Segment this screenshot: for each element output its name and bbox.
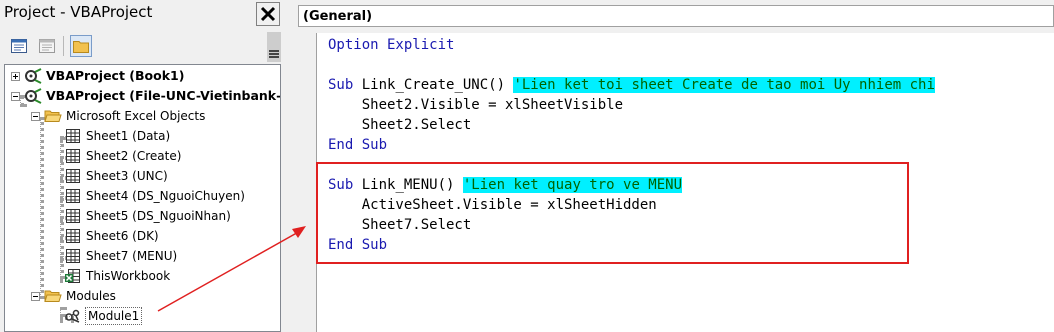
vba-project-icon xyxy=(25,68,42,84)
view-object-button[interactable] xyxy=(36,35,58,57)
tree-item-sheet7[interactable]: Sheet7 (MENU) xyxy=(60,246,177,266)
tree-item-module1[interactable]: Module1 xyxy=(60,306,143,326)
vba-project-icon xyxy=(25,88,42,104)
code-keyword: Sub xyxy=(328,77,354,93)
object-dropdown-value: (General) xyxy=(303,9,373,24)
expand-plus-icon[interactable] xyxy=(11,71,20,81)
tree-item-project-book1[interactable]: VBAProject (Book1) xyxy=(11,66,184,86)
code-line-statement: ActiveSheet.Visible = xlSheetHidden xyxy=(328,197,657,213)
worksheet-icon xyxy=(66,249,80,263)
tree-item-label: VBAProject (File-UNC-Vietinbank-DI xyxy=(46,88,281,103)
code-keyword: Sub xyxy=(328,177,354,193)
tree-item-label: Sheet5 (DS_NguoiNhan) xyxy=(86,209,231,223)
tree-item-project-file-unc[interactable]: VBAProject (File-UNC-Vietinbank-DI xyxy=(11,86,281,106)
workbook-icon xyxy=(65,269,80,283)
code-comment: 'Lien ket toi sheet Create de tao moi Uy… xyxy=(513,77,935,93)
code-line-sub-link-create-unc: Sub Link_Create_UNC() 'Lien ket toi shee… xyxy=(328,75,935,95)
tree-item-label: Sheet4 (DS_NguoiChuyen) xyxy=(86,189,245,203)
tree-item-label: Sheet6 (DK) xyxy=(86,229,159,243)
tree-folder-modules[interactable]: Modules xyxy=(31,286,116,306)
worksheet-icon xyxy=(66,129,80,143)
tree-folder-excel-objects[interactable]: Microsoft Excel Objects xyxy=(31,106,205,126)
close-icon xyxy=(260,6,276,22)
code-keyword: End Sub xyxy=(328,237,388,253)
code-line-sub-link-menu: Sub Link_MENU() 'Lien ket quay tro ve ME… xyxy=(328,175,683,195)
tree-item-label: ThisWorkbook xyxy=(86,269,171,283)
code-editor[interactable]: Option Explicit Sub Link_Create_UNC() 'L… xyxy=(317,33,1054,332)
folder-icon xyxy=(73,41,89,53)
close-button[interactable] xyxy=(256,2,280,26)
project-explorer-pane: Project - VBAProject VBAProject (Book1) … xyxy=(0,0,284,332)
project-pane-toolbar xyxy=(0,30,284,62)
code-sub-name: Link_MENU() xyxy=(353,177,463,193)
tree-connector xyxy=(40,117,44,299)
module-icon xyxy=(65,309,80,323)
code-comment: 'Lien ket quay tro ve MENU xyxy=(462,177,683,193)
code-line-statement: Sheet2.Visible = xlSheetVisible xyxy=(328,97,624,113)
tree-item-sheet2[interactable]: Sheet2 (Create) xyxy=(60,146,181,166)
worksheet-icon xyxy=(66,169,80,183)
toggle-folders-button[interactable] xyxy=(70,35,92,57)
code-line-option-explicit: Option Explicit xyxy=(328,35,454,55)
code-window: (General) Option Explicit Sub Link_Creat… xyxy=(290,0,1054,332)
code-keyword: End Sub xyxy=(328,137,388,153)
tree-item-thisworkbook[interactable]: ThisWorkbook xyxy=(60,266,170,286)
tree-item-label: Module1 xyxy=(84,307,143,325)
code-keyword: Option Explicit xyxy=(328,37,455,53)
worksheet-icon xyxy=(66,149,80,163)
tree-item-sheet4[interactable]: Sheet4 (DS_NguoiChuyen) xyxy=(60,186,245,206)
project-pane-title: Project - VBAProject xyxy=(4,3,153,21)
project-pane-titlebar: Project - VBAProject xyxy=(0,0,284,28)
view-object-icon xyxy=(39,39,55,53)
collapse-minus-icon[interactable] xyxy=(31,111,40,121)
worksheet-icon xyxy=(66,229,80,243)
view-code-button[interactable] xyxy=(8,35,30,57)
tree-item-label: Sheet1 (Data) xyxy=(86,129,171,143)
code-margin-indicator-bar[interactable] xyxy=(290,33,317,332)
project-tree[interactable]: VBAProject (Book1) VBAProject (File-UNC-… xyxy=(4,64,281,332)
tree-item-label: Sheet7 (MENU) xyxy=(86,249,178,263)
tree-item-sheet3[interactable]: Sheet3 (UNC) xyxy=(60,166,168,186)
toolbar-separator xyxy=(63,36,64,56)
collapse-minus-icon[interactable] xyxy=(11,91,20,101)
code-line-end-sub: End Sub xyxy=(328,235,387,255)
tree-item-label: Modules xyxy=(66,289,116,303)
tree-item-sheet5[interactable]: Sheet5 (DS_NguoiNhan) xyxy=(60,206,231,226)
view-code-icon xyxy=(11,39,27,53)
code-line-end-sub: End Sub xyxy=(328,135,387,155)
open-folder-icon xyxy=(44,290,62,302)
tree-item-sheet6[interactable]: Sheet6 (DK) xyxy=(60,226,159,246)
scrollbar-thumb[interactable] xyxy=(267,32,281,62)
worksheet-icon xyxy=(66,189,80,203)
code-line-statement: Sheet7.Select xyxy=(328,217,472,233)
tree-item-label: VBAProject (Book1) xyxy=(46,68,185,83)
tree-item-label: Microsoft Excel Objects xyxy=(66,109,206,123)
tree-item-label: Sheet2 (Create) xyxy=(86,149,182,163)
open-folder-icon xyxy=(44,110,62,122)
object-dropdown[interactable]: (General) xyxy=(298,5,1054,27)
worksheet-icon xyxy=(66,209,80,223)
code-sub-name: Link_Create_UNC() xyxy=(353,77,514,93)
tree-item-label: Sheet3 (UNC) xyxy=(86,169,168,183)
collapse-minus-icon[interactable] xyxy=(31,291,40,301)
code-line-statement: Sheet2.Select xyxy=(328,117,472,133)
tree-item-sheet1[interactable]: Sheet1 (Data) xyxy=(60,126,170,146)
